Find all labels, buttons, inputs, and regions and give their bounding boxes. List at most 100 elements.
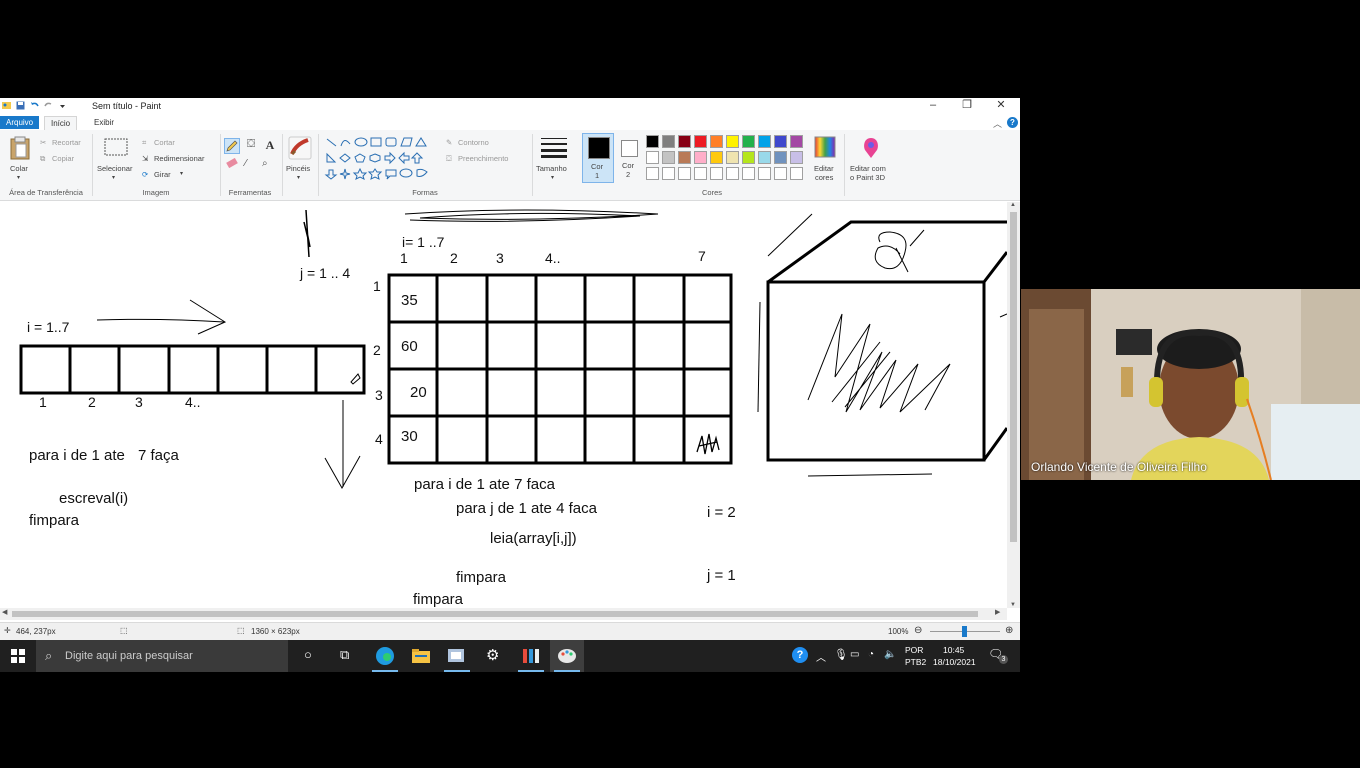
clock-time[interactable]: 10:45 <box>943 645 964 655</box>
customize-toolbar-icon[interactable] <box>58 101 67 110</box>
palette-color-swatch[interactable] <box>710 151 723 164</box>
chevron-down-icon: ▾ <box>17 175 21 181</box>
color1-button[interactable]: Cor 1 <box>582 133 614 183</box>
magnifier-tool[interactable]: ⌕ <box>262 158 276 170</box>
palette-color-swatch[interactable] <box>646 135 659 148</box>
size-button[interactable]: Tamanho ▾ <box>536 134 572 184</box>
tab-exibir[interactable]: Exibir <box>88 116 120 129</box>
undo-icon[interactable] <box>30 101 39 110</box>
microphone-icon[interactable]: 🎙 <box>834 648 848 661</box>
help-icon[interactable]: ? <box>1007 117 1018 128</box>
language-label-a[interactable]: POR <box>905 645 923 655</box>
palette-color-swatch[interactable] <box>742 167 755 180</box>
settings-taskbar-button[interactable]: ⚙ <box>476 640 510 672</box>
edit-with-paint3d-button[interactable]: Editar com o Paint 3D <box>848 134 896 184</box>
cortana-button[interactable]: ○ <box>294 640 328 672</box>
palette-color-swatch[interactable] <box>790 135 803 148</box>
select-button[interactable]: Selecionar ▾ <box>96 134 136 184</box>
chevron-up-icon[interactable]: ︿ <box>816 649 826 664</box>
palette-color-swatch[interactable] <box>694 167 707 180</box>
paint-app-icon <box>2 102 11 109</box>
scroll-left-icon[interactable]: ◀ <box>2 608 7 616</box>
palette-color-swatch[interactable] <box>790 151 803 164</box>
col-header-1: 1 <box>400 250 408 266</box>
scrollbar-thumb[interactable] <box>12 611 978 617</box>
scrollbar-thumb[interactable] <box>1010 212 1017 542</box>
palette-color-swatch[interactable] <box>694 135 707 148</box>
crop-icon: ⌗ <box>142 138 147 147</box>
palette-color-swatch[interactable] <box>662 135 675 148</box>
text-tool[interactable]: A <box>262 138 278 154</box>
palette-color-swatch[interactable] <box>726 151 739 164</box>
minimize-button[interactable]: – <box>916 98 950 114</box>
scroll-up-icon[interactable]: ▲ <box>1010 202 1016 208</box>
palette-color-swatch[interactable] <box>774 151 787 164</box>
wifi-icon[interactable]: ◔ <box>868 649 874 660</box>
app-taskbar-button[interactable] <box>440 640 474 672</box>
zoom-slider-thumb[interactable] <box>962 626 967 637</box>
redo-icon[interactable] <box>44 101 53 110</box>
vertical-scrollbar[interactable]: ▲ ▼ <box>1007 202 1020 608</box>
palette-color-swatch[interactable] <box>662 151 675 164</box>
palette-color-swatch[interactable] <box>742 151 755 164</box>
palette-color-swatch[interactable] <box>678 151 691 164</box>
scroll-down-icon[interactable]: ▼ <box>1010 602 1016 608</box>
fill-tool[interactable]: ⛋ <box>243 138 259 154</box>
color-picker-tool[interactable]: ⁄ <box>245 158 259 170</box>
scroll-right-icon[interactable]: ▶ <box>995 608 1000 616</box>
palette-color-swatch[interactable] <box>790 167 803 180</box>
palette-color-swatch[interactable] <box>646 167 659 180</box>
palette-color-swatch[interactable] <box>726 167 739 180</box>
close-button[interactable]: ✕ <box>984 98 1018 114</box>
chevron-down-icon: ▾ <box>180 171 184 177</box>
color2-button[interactable]: Cor 2 <box>616 133 642 183</box>
language-label-b[interactable]: PTB2 <box>905 657 926 667</box>
palette-color-swatch[interactable] <box>758 167 771 180</box>
palette-color-swatch[interactable] <box>726 135 739 148</box>
brushes-button[interactable]: Pincéis ▾ <box>286 134 314 184</box>
edit-colors-button[interactable]: Editar cores <box>810 134 840 184</box>
eraser-tool[interactable] <box>226 157 240 170</box>
palette-color-swatch[interactable] <box>774 135 787 148</box>
brushes-label: Pincéis <box>286 164 311 173</box>
tab-arquivo[interactable]: Arquivo <box>0 116 40 129</box>
restore-button[interactable]: ❐ <box>950 98 984 114</box>
palette-color-swatch[interactable] <box>758 151 771 164</box>
system-tray: ? ︿ 🎙 ▭ ◔ 🔈 POR PTB2 10:45 18/10/2021 🗨 … <box>790 640 1020 672</box>
help-question-icon[interactable]: ? <box>792 647 808 663</box>
horizontal-scrollbar[interactable]: ◀ ▶ <box>0 608 1007 620</box>
edge-taskbar-button[interactable] <box>368 640 402 672</box>
zoom-in-button[interactable]: ⊕ <box>1005 625 1013 636</box>
j-range-label: j = 1 .. 4 <box>300 265 351 281</box>
palette-color-swatch[interactable] <box>710 135 723 148</box>
save-icon[interactable] <box>16 101 25 110</box>
palette-color-swatch[interactable] <box>694 151 707 164</box>
code-line-1: para i de 1 ate 7 faca <box>414 476 555 493</box>
battery-icon[interactable]: ▭ <box>850 649 859 660</box>
start-button[interactable] <box>0 640 36 672</box>
task-view-button[interactable]: ⧉ <box>330 640 364 672</box>
collapse-ribbon-icon[interactable]: ︿ <box>993 117 1002 130</box>
palette-color-swatch[interactable] <box>710 167 723 180</box>
palette-color-swatch[interactable] <box>678 167 691 180</box>
palette-color-swatch[interactable] <box>742 135 755 148</box>
zoom-out-button[interactable]: ⊖ <box>914 625 922 636</box>
search-icon: ⌕ <box>45 648 53 663</box>
file-explorer-taskbar-button[interactable] <box>404 640 438 672</box>
shapes-gallery[interactable] <box>324 136 436 180</box>
palette-color-swatch[interactable] <box>646 151 659 164</box>
tab-inicio[interactable]: Início <box>44 116 78 130</box>
taskbar-search-box[interactable]: ⌕ Digite aqui para pesquisar <box>36 640 288 672</box>
paste-button[interactable]: Colar ▾ <box>6 134 34 184</box>
paint-taskbar-button[interactable] <box>550 640 584 672</box>
palette-color-swatch[interactable] <box>678 135 691 148</box>
palette-color-swatch[interactable] <box>662 167 675 180</box>
palette-color-swatch[interactable] <box>758 135 771 148</box>
ribbon-divider <box>282 134 283 196</box>
drawing-canvas[interactable]: i = 1..7 1 2 3 4.. para i de 1 ate 7 faç… <box>0 202 1007 608</box>
palette-color-swatch[interactable] <box>774 167 787 180</box>
clock-date[interactable]: 18/10/2021 <box>933 657 976 667</box>
media-taskbar-button[interactable] <box>514 640 548 672</box>
pencil-tool[interactable] <box>224 138 240 154</box>
volume-icon[interactable]: 🔈 <box>884 649 896 660</box>
